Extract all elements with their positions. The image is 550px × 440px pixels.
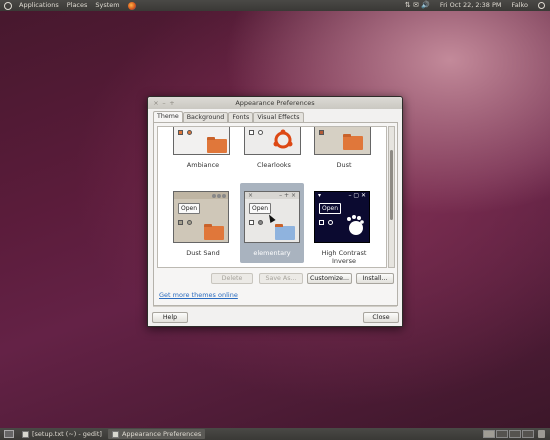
tab-background[interactable]: Background: [182, 112, 229, 122]
system-menu[interactable]: System: [91, 0, 123, 11]
taskbar-item-gedit[interactable]: [setup.txt (~) - gedit]: [18, 429, 106, 439]
save-as-button[interactable]: Save As...: [259, 273, 303, 284]
folder-icon: [343, 134, 363, 150]
theme-preview: [173, 127, 230, 155]
folder-icon: [207, 137, 227, 153]
top-panel-tray: ⇅ ✉ 🔊 Fri Oct 22, 2:38 PM Falko: [400, 0, 550, 11]
window-title: Appearance Preferences: [235, 99, 315, 107]
radio-preview-icon: [258, 130, 263, 135]
theme-name: Clearlooks: [257, 161, 291, 169]
preview-titlebar: ▾ – ▢ ✕: [315, 192, 369, 199]
user-menu[interactable]: Falko: [507, 0, 533, 11]
checkbox-preview-icon: [178, 220, 183, 225]
theme-preview: [244, 127, 301, 155]
tray-indicators-icon[interactable]: ⇅ ✉ 🔊: [405, 0, 430, 11]
checkbox-preview-icon: [178, 130, 183, 135]
close-button[interactable]: Close: [363, 312, 399, 323]
theme-item-ambiance[interactable]: Ambiance: [171, 127, 235, 171]
theme-name: Dust: [336, 161, 352, 169]
radio-preview-icon: [328, 220, 333, 225]
radio-preview-icon: [187, 220, 192, 225]
scrollbar-thumb[interactable]: [390, 150, 393, 220]
ubuntu-logo-icon: [4, 1, 12, 10]
theme-panel: Ambiance Clearlooks Dust Open Dust Sand …: [153, 122, 398, 306]
gnome-foot-icon: [347, 215, 364, 235]
appearance-icon: [111, 430, 119, 438]
theme-list-scrollbar[interactable]: [388, 126, 395, 268]
preview-window-button-icon: [222, 193, 226, 198]
applications-menu[interactable]: Applications: [15, 0, 63, 11]
preview-open-button: Open: [249, 203, 272, 214]
checkbox-preview-icon: [249, 220, 254, 225]
theme-list[interactable]: Ambiance Clearlooks Dust Open Dust Sand …: [157, 126, 387, 268]
firefox-icon[interactable]: [127, 1, 136, 10]
theme-name: Ambiance: [186, 161, 220, 169]
taskbar-item-label: [setup.txt (~) - gedit]: [32, 430, 102, 438]
preview-titlebar: [174, 192, 228, 199]
preview-open-button: Open: [319, 203, 342, 214]
places-menu[interactable]: Places: [63, 0, 92, 11]
theme-item-high-contrast-inverse[interactable]: ▾ – ▢ ✕ Open High Contrast Inverse: [312, 187, 376, 267]
theme-item-dust[interactable]: Dust: [312, 127, 376, 171]
preview-window-button-icon: [212, 193, 216, 198]
theme-name: High Contrast Inverse: [312, 249, 376, 265]
ubuntu-logo-icon: [273, 129, 293, 149]
taskbar-item-appearance[interactable]: Appearance Preferences: [107, 429, 206, 439]
window-titlebar[interactable]: × – + Appearance Preferences: [148, 97, 402, 109]
get-more-themes-link[interactable]: Get more themes online: [159, 291, 238, 299]
preview-window-button-icon: [217, 193, 221, 198]
checkbox-preview-icon: [319, 220, 324, 225]
bottom-panel: [setup.txt (~) - gedit] Appearance Prefe…: [0, 428, 550, 440]
tab-visual-effects[interactable]: Visual Effects: [253, 112, 304, 122]
tab-fonts[interactable]: Fonts: [228, 112, 254, 122]
top-menu: Applications Places System: [0, 0, 136, 11]
workspace-2[interactable]: [496, 430, 508, 438]
install-button[interactable]: Install...: [356, 273, 394, 284]
workspace-1[interactable]: [483, 430, 495, 438]
theme-name-line: Inverse: [332, 257, 356, 265]
checkbox-preview-icon: [249, 130, 254, 135]
theme-name-line: High Contrast: [321, 249, 367, 257]
help-button[interactable]: Help: [152, 312, 188, 323]
radio-preview-icon: [187, 130, 192, 135]
tab-theme[interactable]: Theme: [153, 111, 183, 122]
theme-preview: ▾ – ▢ ✕ Open: [314, 191, 370, 243]
theme-item-dust-sand[interactable]: Open Dust Sand: [171, 187, 235, 267]
theme-item-clearlooks[interactable]: Clearlooks: [242, 127, 306, 171]
checkbox-preview-icon: [319, 130, 324, 135]
workspace-3[interactable]: [509, 430, 521, 438]
separator: [153, 306, 397, 307]
folder-icon: [204, 224, 224, 240]
customize-button[interactable]: Customize...: [307, 273, 352, 284]
delete-button[interactable]: Delete: [211, 273, 253, 284]
theme-name: Dust Sand: [186, 249, 220, 257]
taskbar-item-label: Appearance Preferences: [121, 430, 202, 438]
radio-preview-icon: [258, 220, 263, 225]
workspace-switcher: [482, 430, 550, 438]
top-panel: Applications Places System ⇅ ✉ 🔊 Fri Oct…: [0, 0, 550, 11]
preview-open-button: Open: [178, 203, 201, 214]
show-desktop-icon[interactable]: [4, 430, 14, 438]
workspace-4[interactable]: [522, 430, 534, 438]
power-icon[interactable]: [538, 2, 545, 9]
theme-name: elementary: [253, 249, 291, 257]
preview-titlebar: × – + ×: [245, 192, 299, 199]
folder-icon: [275, 224, 295, 240]
theme-item-elementary[interactable]: × – + × Open elementary: [240, 183, 304, 263]
appearance-preferences-window: × – + Appearance Preferences Theme Backg…: [147, 96, 403, 327]
theme-preview: [314, 127, 371, 155]
trash-icon[interactable]: [538, 430, 545, 438]
theme-preview: Open: [173, 191, 229, 243]
clock[interactable]: Fri Oct 22, 2:38 PM: [435, 0, 507, 11]
gedit-icon: [22, 430, 29, 438]
